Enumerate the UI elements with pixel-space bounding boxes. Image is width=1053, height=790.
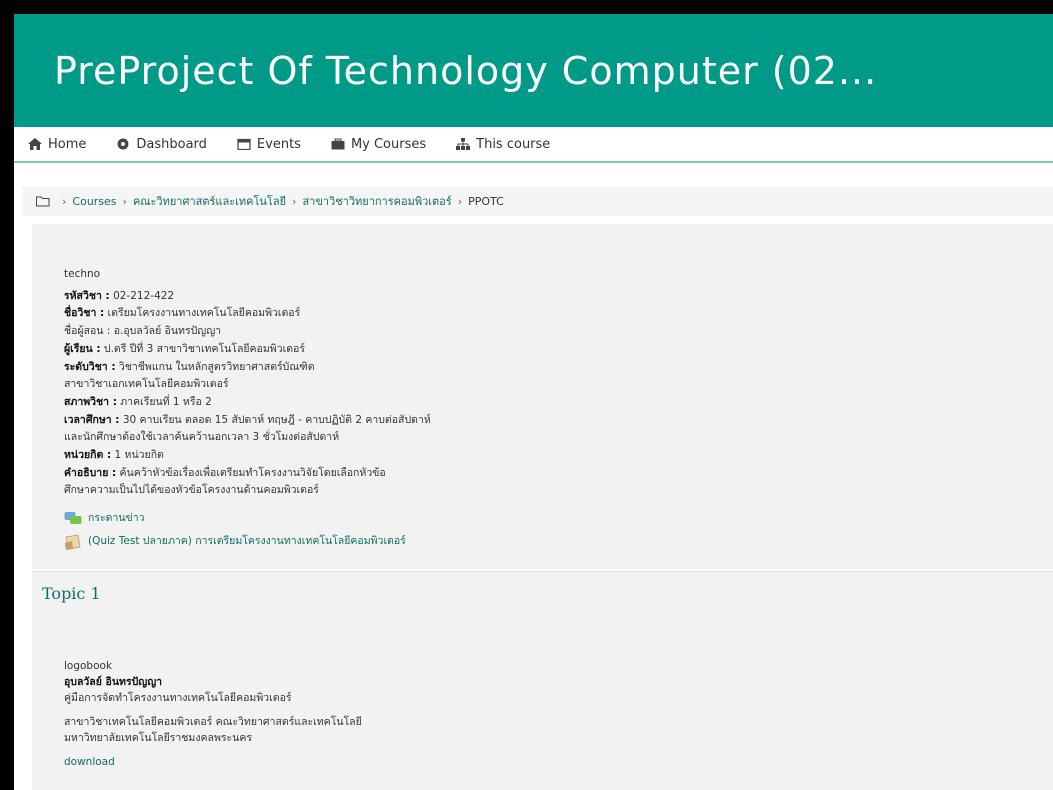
nav-this-course[interactable]: This course <box>456 137 550 152</box>
nav-events-label: Events <box>256 136 301 152</box>
course-summary-section: techno รหัสวิชา : 02-212-422 ชื่อวิชา : … <box>32 224 1053 569</box>
course-summary: techno รหัสวิชา : 02-212-422 ชื่อวิชา : … <box>64 266 431 551</box>
nav-dashboard-label: Dashboard <box>136 136 207 152</box>
breadcrumb-separator: › <box>122 194 127 208</box>
topic-1-title[interactable]: Topic 1 <box>42 584 101 603</box>
download-link[interactable]: download <box>64 754 362 770</box>
topic-dept-line1: สาขาวิชาเทคโนโลยีคอมพิวเตอร์ คณะวิทยาศาส… <box>64 716 362 728</box>
summary-line: ชื่อผู้สอน : อ.อุบลวัลย์ อินทรปัญญา <box>64 325 222 338</box>
breadcrumb-separator: › <box>292 194 297 208</box>
site-banner: PreProject Of Technology Computer (02... <box>14 14 1053 127</box>
calendar-icon <box>237 138 251 150</box>
summary-line: ศึกษาความเป็นไปได้ของหัวข้อโครงงานด้านคอ… <box>64 484 319 497</box>
breadcrumb-current: PPOTC <box>468 194 504 208</box>
quiz-icon <box>65 534 81 550</box>
nav-my-courses[interactable]: My Courses <box>331 137 426 152</box>
summary-line: หน่วยกิต : 1 หน่วยกิต <box>64 449 164 462</box>
courses-icon <box>331 138 345 150</box>
breadcrumb-separator: › <box>457 194 463 208</box>
summary-line: ชื่อวิชา : เตรียมโครงงานทางเทคโนโลยีคอมพ… <box>64 307 301 320</box>
summary-line: คำอธิบาย : ค้นคว้าหัวข้อเรื่องเพื่อเตรีย… <box>64 466 386 479</box>
activity-quiz[interactable]: (Quiz Test ปลายภาค) การเตรียมโครงงานทางเ… <box>64 533 431 551</box>
summary-line: และนักศึกษาต้องใช้เวลาค้นคว้านอกเวลา 3 ช… <box>64 431 340 444</box>
summary-line: เวลาศึกษา : 30 คาบเรียน ตลอด 15 สัปดาห์ … <box>64 413 431 426</box>
activity-forum-label: กระดานข่าว <box>88 512 145 525</box>
activity-quiz-label: (Quiz Test ปลายภาค) การเตรียมโครงงานทางเ… <box>88 534 406 547</box>
summary-line: ผู้เรียน : ป.ตรี ปีที่ 3 สาขาวิชาเทคโนโล… <box>64 342 305 355</box>
topic-subtitle: คู่มือการจัดทำโครงงานทางเทคโนโลยีคอมพิวเ… <box>64 692 292 704</box>
summary-image-caption: techno <box>64 268 101 280</box>
nav-events[interactable]: Events <box>237 137 301 152</box>
breadcrumb-separator: › <box>62 194 67 208</box>
nav-this-course-label: This course <box>476 136 551 152</box>
summary-line: สาขาวิชาเอกเทคโนโลยีคอมพิวเตอร์ <box>64 378 229 391</box>
nav-my-courses-label: My Courses <box>350 136 427 152</box>
page: PreProject Of Technology Computer (02...… <box>14 14 1053 790</box>
topic-author: อุบลวัลย์ อินทรปัญญา <box>64 676 163 688</box>
summary-line: สภาพวิชา : ภาคเรียนที่ 1 หรือ 2 <box>64 395 212 408</box>
site-title[interactable]: PreProject Of Technology Computer (02... <box>54 49 877 93</box>
summary-line: รหัสวิชา : 02-212-422 <box>64 289 175 302</box>
breadcrumb: › Courses › คณะวิทยาศาสตร์และเทคโนโลยี ›… <box>22 186 1053 216</box>
nav-home-label: Home <box>48 136 87 152</box>
topic-dept-line2: มหาวิทยาลัยเทคโนโลยีราชมงคลพระนคร <box>64 732 252 744</box>
topic-1-content: logobook อุบลวัลย์ อินทรปัญญา คู่มือการจ… <box>64 658 362 770</box>
dashboard-icon <box>117 138 129 150</box>
topic-image-caption: logobook <box>64 660 113 672</box>
breadcrumb-faculty[interactable]: คณะวิทยาศาสตร์และเทคโนโลยี <box>133 192 286 210</box>
summary-line: ระดับวิชา : วิชาชีพแกน ในหลักสูตรวิทยาศา… <box>64 360 315 373</box>
activity-forum[interactable]: กระดานข่าว <box>64 510 431 528</box>
topic-1-section: Topic 1 logobook อุบลวัลย์ อินทรปัญญา คู… <box>32 571 1053 790</box>
nav-home[interactable]: Home <box>28 137 86 152</box>
sitemap-icon <box>456 138 471 150</box>
top-navbar: Home Dashboard Events My Courses This co… <box>14 127 1053 163</box>
forum-icon <box>64 511 82 524</box>
folder-icon[interactable] <box>36 196 50 207</box>
breadcrumb-courses[interactable]: Courses <box>72 195 116 208</box>
home-icon <box>28 138 42 150</box>
nav-dashboard[interactable]: Dashboard <box>116 137 207 152</box>
breadcrumb-department[interactable]: สาขาวิชาวิทยาการคอมพิวเตอร์ <box>302 192 451 210</box>
